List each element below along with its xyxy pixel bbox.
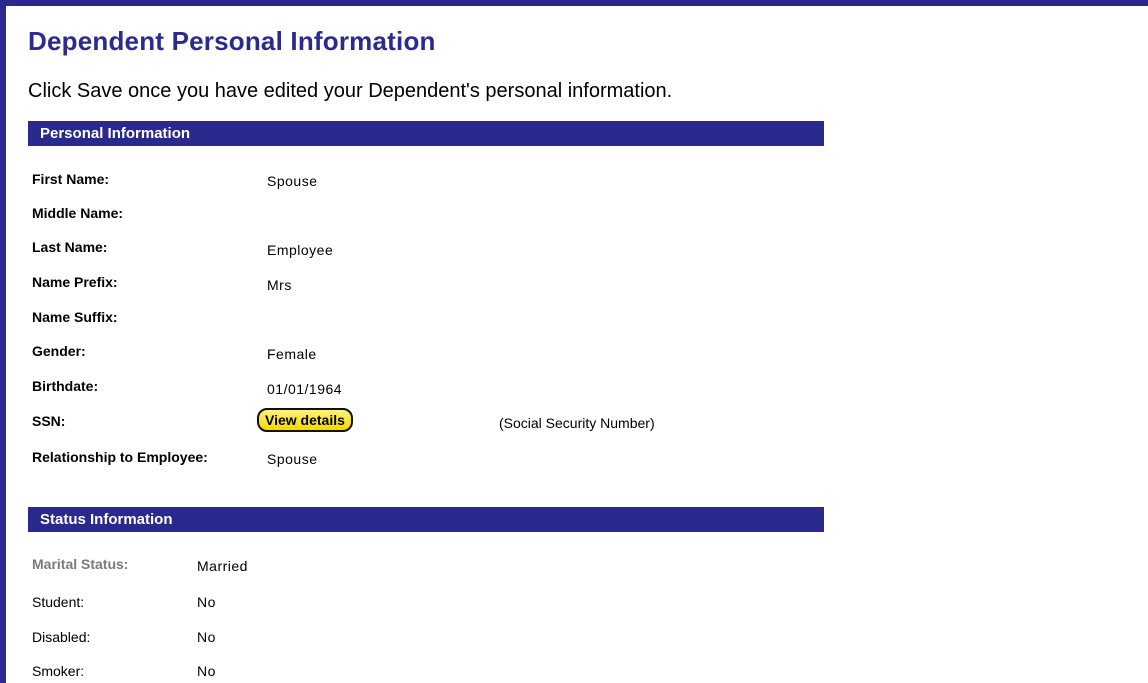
ssn-description: (Social Security Number) [499, 415, 655, 431]
relationship-label: Relationship to Employee: [32, 449, 208, 465]
first-name-label: First Name: [32, 171, 110, 187]
student-label: Student: [32, 594, 85, 610]
first-name-value: Spouse [267, 173, 318, 189]
marital-status-value: Married [197, 558, 248, 574]
gender-value: Female [267, 346, 317, 362]
last-name-label: Last Name: [32, 239, 108, 255]
name-prefix-label: Name Prefix: [32, 274, 118, 290]
status-information-header: Status Information [28, 507, 824, 532]
page-title: Dependent Personal Information [28, 26, 436, 56]
disabled-label: Disabled: [32, 629, 91, 645]
window-top-border [0, 0, 1148, 6]
page-instructions: Click Save once you have edited your Dep… [28, 80, 673, 102]
smoker-label: Smoker: [32, 663, 85, 679]
ssn-label: SSN: [32, 413, 66, 429]
name-suffix-label: Name Suffix: [32, 309, 118, 325]
name-prefix-value: Mrs [267, 277, 292, 293]
last-name-value: Employee [267, 242, 334, 258]
gender-label: Gender: [32, 343, 86, 359]
disabled-value: No [197, 629, 216, 645]
smoker-value: No [197, 663, 216, 679]
birthdate-label: Birthdate: [32, 378, 99, 394]
marital-status-label: Marital Status: [32, 556, 129, 572]
view-ssn-details-button[interactable]: View details [257, 408, 353, 432]
relationship-value: Spouse [267, 451, 318, 467]
window-left-border [0, 0, 6, 683]
birthdate-value: 01/01/1964 [267, 381, 343, 397]
middle-name-label: Middle Name: [32, 205, 124, 221]
personal-information-header: Personal Information [28, 121, 824, 146]
student-value: No [197, 594, 216, 610]
